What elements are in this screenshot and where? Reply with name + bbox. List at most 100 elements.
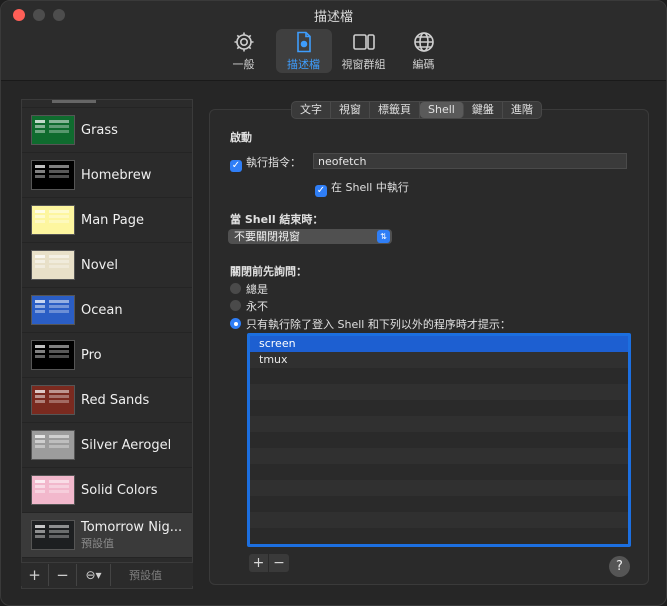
profile-text: Ocean	[81, 303, 123, 318]
profile-thumbnail	[31, 340, 75, 370]
process-list[interactable]: screen tmux	[247, 333, 631, 547]
on-exit-heading: 當 Shell 結束時：	[230, 213, 324, 226]
profile-item[interactable]: Homebrew	[22, 153, 192, 198]
preferences-window: 描述檔 一般 描述檔 視窗群組 編碼 Grass Homebrew Man Pa…	[0, 0, 667, 606]
on-exit-select[interactable]: 不要關閉視窗 ⇅	[228, 229, 392, 244]
toolbar: 一般 描述檔 視窗群組 編碼	[1, 29, 666, 73]
on-exit-select-value: 不要關閉視窗	[234, 230, 300, 243]
profile-document-icon	[296, 31, 311, 53]
list-empty-row	[250, 528, 628, 544]
run-in-shell-label: 在 Shell 中執行	[331, 181, 409, 194]
profile-default-label: 預設值	[81, 536, 114, 550]
profile-text: Tomorrow Nig... 預設值	[81, 520, 182, 551]
toolbar-profiles[interactable]: 描述檔	[275, 29, 332, 73]
toolbar-general[interactable]: 一般	[216, 29, 272, 73]
profile-list-partial-row	[22, 100, 192, 108]
ask-always-option[interactable]: 總是	[230, 281, 268, 297]
profile-text: Solid Colors	[81, 483, 158, 498]
toolbar-encoding-label: 編碼	[412, 58, 435, 71]
list-empty-row	[250, 368, 628, 384]
profile-thumbnail	[31, 205, 75, 235]
tab-window[interactable]: 視窗	[331, 102, 370, 118]
toolbar-encoding[interactable]: 編碼	[396, 29, 452, 73]
tab-advanced[interactable]: 進階	[503, 102, 541, 118]
profile-rows: Grass Homebrew Man Page Novel Ocean Pro Red Sa…	[22, 108, 192, 558]
run-in-shell-checkbox[interactable]: ✓	[315, 185, 327, 197]
chevron-updown-icon: ⇅	[377, 230, 390, 243]
profile-name: Novel	[81, 257, 118, 273]
ask-never-radio[interactable]	[230, 300, 241, 311]
ask-never-label: 永不	[246, 300, 268, 313]
profile-item[interactable]: Tomorrow Nig... 預設值	[22, 513, 192, 558]
profile-text: Grass	[81, 123, 118, 138]
list-empty-row	[250, 464, 628, 480]
profile-name: Red Sands	[81, 392, 150, 408]
profile-name: Grass	[81, 122, 118, 138]
window-title: 描述檔	[313, 10, 353, 25]
profile-text: Man Page	[81, 213, 144, 228]
run-command-input[interactable]: neofetch	[313, 153, 627, 169]
globe-icon	[413, 32, 434, 52]
add-profile-button[interactable]: +	[21, 563, 49, 586]
ask-before-close-heading: 關閉前先詢問：	[230, 265, 307, 278]
run-command-row: ✓ 執行指令：	[230, 154, 301, 172]
remove-process-button[interactable]: −	[269, 554, 289, 572]
run-command-checkbox[interactable]: ✓	[230, 160, 242, 172]
profile-thumbnail	[31, 430, 75, 460]
list-empty-row	[250, 512, 628, 528]
profile-name: Tomorrow Nig...	[81, 519, 183, 535]
tab-text[interactable]: 文字	[292, 102, 331, 118]
remove-profile-button[interactable]: −	[49, 563, 77, 586]
process-list-buttons: + −	[249, 554, 289, 572]
list-item[interactable]: screen	[250, 336, 628, 352]
profile-list[interactable]: Grass Homebrew Man Page Novel Ocean Pro Red Sa…	[21, 99, 193, 589]
profile-thumbnail	[31, 520, 75, 550]
list-empty-row	[250, 448, 628, 464]
profile-thumbnail	[31, 115, 75, 145]
profile-item[interactable]: Red Sands	[22, 378, 192, 423]
gear-icon	[234, 32, 253, 52]
startup-heading: 啟動	[230, 131, 252, 144]
ask-processes-radio[interactable]	[230, 318, 241, 329]
profile-item[interactable]: Solid Colors	[22, 468, 192, 513]
tab-keyboard[interactable]: 鍵盤	[464, 102, 503, 118]
profile-item[interactable]: Grass	[22, 108, 192, 153]
profile-item[interactable]: Ocean	[22, 288, 192, 333]
toolbar-window-groups[interactable]: 視窗群組	[336, 29, 392, 73]
set-default-button[interactable]: 預設值	[129, 567, 162, 583]
profile-text: Homebrew	[81, 168, 151, 183]
profile-thumbnail	[31, 385, 75, 415]
toolbar-profiles-label: 描述檔	[287, 58, 320, 71]
profile-item[interactable]: Pro	[22, 333, 192, 378]
settings-tabs: 文字 視窗 標籤頁 Shell 鍵盤 進階	[291, 101, 542, 119]
profile-thumbnail	[31, 295, 75, 325]
list-empty-row	[250, 384, 628, 400]
profile-name: Solid Colors	[81, 482, 158, 498]
profile-thumbnail	[31, 250, 75, 280]
profile-list-footer: + − ⊖▾ 預設值	[21, 562, 193, 586]
tab-tab[interactable]: 標籤頁	[370, 102, 420, 118]
profile-name: Pro	[81, 347, 102, 363]
ask-never-option[interactable]: 永不	[230, 298, 268, 314]
profile-name: Ocean	[81, 302, 123, 318]
run-in-shell-row: ✓ 在 Shell 中執行	[315, 179, 409, 197]
profile-name: Homebrew	[81, 167, 152, 183]
tab-shell[interactable]: Shell	[420, 102, 464, 118]
list-empty-row	[250, 400, 628, 416]
profile-text: Pro	[81, 348, 102, 363]
ask-processes-option[interactable]: 只有執行除了登入 Shell 和下列以外的程序時才提示：	[230, 316, 511, 332]
profile-item[interactable]: Novel	[22, 243, 192, 288]
profile-name: Man Page	[81, 212, 145, 228]
profile-text: Silver Aerogel	[81, 438, 171, 453]
ask-always-radio[interactable]	[230, 283, 241, 294]
profile-text: Red Sands	[81, 393, 149, 408]
profile-thumbnail	[31, 475, 75, 505]
help-button[interactable]: ?	[609, 556, 630, 577]
add-process-button[interactable]: +	[249, 554, 269, 572]
window-groups-icon	[352, 34, 375, 50]
profile-actions-menu-button[interactable]: ⊖▾	[77, 563, 111, 586]
run-command-label: 執行指令：	[246, 156, 301, 169]
profile-item[interactable]: Silver Aerogel	[22, 423, 192, 468]
profile-item[interactable]: Man Page	[22, 198, 192, 243]
list-item[interactable]: tmux	[250, 352, 628, 368]
